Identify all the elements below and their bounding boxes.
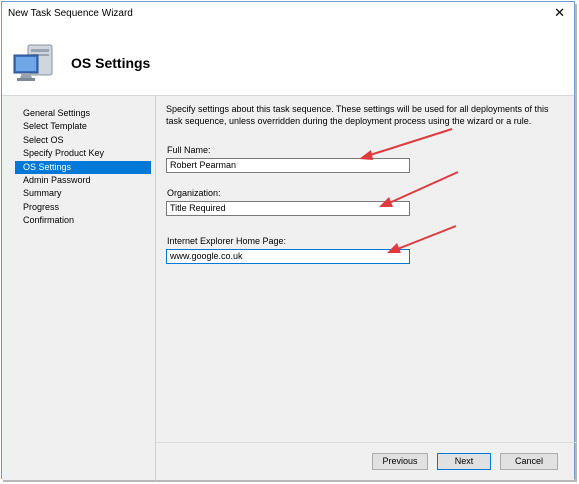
nav-item-select-os[interactable]: Select OS [15, 134, 151, 147]
arrow-head-full-name [359, 150, 373, 160]
full-name-label: Full Name: [167, 145, 211, 155]
cancel-button[interactable]: Cancel [500, 453, 558, 470]
arrow-head-home-page [387, 243, 401, 253]
nav-item-select-template[interactable]: Select Template [15, 120, 151, 133]
computer-icon [13, 44, 53, 81]
wizard-window: New Task Sequence Wizard ✕ OS Settings G… [1, 1, 577, 481]
title-bar: New Task Sequence Wizard ✕ [2, 2, 574, 25]
nav-item-os-settings[interactable]: OS Settings [15, 160, 151, 174]
arrow-home-page [394, 225, 457, 251]
close-icon[interactable]: ✕ [554, 5, 565, 21]
window-title: New Task Sequence Wizard [8, 8, 133, 19]
wizard-steps-nav: General Settings Select Template Select … [15, 107, 151, 228]
arrow-organization [386, 171, 459, 205]
wizard-body: General Settings Select Template Select … [2, 96, 577, 481]
nav-item-confirmation[interactable]: Confirmation [15, 214, 151, 227]
nav-item-admin-password[interactable]: Admin Password [15, 174, 151, 187]
nav-item-progress[interactable]: Progress [15, 201, 151, 214]
page-description: Specify settings about this task sequenc… [166, 104, 549, 126]
wizard-header: OS Settings [2, 25, 574, 96]
organization-label: Organization: [167, 188, 221, 198]
arrow-full-name [366, 128, 453, 157]
next-button[interactable]: Next [437, 453, 491, 470]
wizard-footer: Previous Next Cancel [155, 442, 577, 481]
home-page-label: Internet Explorer Home Page: [167, 236, 287, 246]
nav-item-specify-product-key[interactable]: Specify Product Key [15, 147, 151, 160]
nav-item-general-settings[interactable]: General Settings [15, 107, 151, 120]
annotation-arrows [359, 128, 459, 253]
page-title: OS Settings [71, 55, 151, 71]
previous-button[interactable]: Previous [372, 453, 428, 470]
nav-item-summary[interactable]: Summary [15, 187, 151, 200]
arrow-head-organization [379, 197, 393, 207]
